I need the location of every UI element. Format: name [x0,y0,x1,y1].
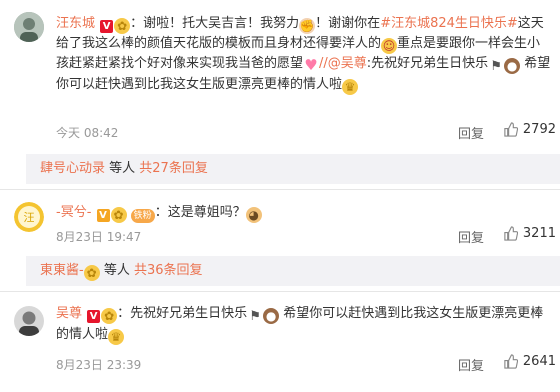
svg-text:汪: 汪 [24,211,35,224]
more-replies-row[interactable]: 肆号心动录 等人 共27条回复 [26,154,560,184]
comment-time: 今天 08:42 [56,126,119,140]
hashtag-link[interactable]: #汪东城824生日快乐# [380,16,518,31]
cake-emoji: ● [504,58,521,74]
muscle-emoji: ✊ [299,18,316,34]
cake-emoji: ● [263,308,280,324]
view-replies-link[interactable]: 共36条回复 [134,263,203,278]
avatar[interactable] [14,306,44,336]
like-thumb-icon [504,354,518,369]
flower-icon: ✿ [110,207,127,223]
like-thumb-icon [504,122,518,137]
grin-emoji: ☺ [381,38,398,54]
fan-badge: 铁粉 [130,209,155,223]
reply-username[interactable]: 肆号心动录 [40,161,105,176]
reply-username[interactable]: 東東酱- [40,263,84,278]
like-thumb-icon [504,226,518,241]
like-count: 2641 [522,354,556,369]
reply-button[interactable]: 回复 [458,227,484,246]
comment-text: 吴尊 V ✿ ：先祝好兄弟生日快乐 ⚑ ● 希望你可以赶快遇到比我这女生版更漂亮更棒的情… [56,306,544,345]
crown-emoji: ♛ [342,79,359,95]
avatar[interactable]: 汪 [14,202,44,232]
comment-text: 汪东城 V ✿ ：谢啦！托大吴吉言！我努力✊！谢谢你在#汪东城824生日快乐#这天给… [56,16,551,95]
comment-item: 汪 -冥兮- V ✿ 铁粉 ：这是尊姐吗？ ◕ 8月23日 19:47 回复 3211 [0,190,560,250]
view-replies-link[interactable]: 共27条回复 [139,161,208,176]
heart-emoji: ♥ [304,56,318,74]
flag-emoji: ⚑ [249,309,261,324]
like-count: 2792 [522,122,556,137]
comment-time: 8月23日 19:47 [56,230,142,244]
doge-emoji: ◕ [245,207,262,223]
mention-link[interactable]: //@吴尊 [319,56,367,71]
avatar[interactable] [14,12,44,42]
like-button[interactable]: 2641 [503,354,556,369]
comment-username[interactable]: 吴尊 [56,306,82,321]
vip-v-icon: V [100,20,114,33]
flower-icon: ✿ [101,308,118,324]
reply-button[interactable]: 回复 [458,123,484,142]
like-button[interactable]: 3211 [503,226,556,241]
comment-text: -冥兮- V ✿ 铁粉 ：这是尊姐吗？ ◕ [56,203,552,223]
comment-item: 汪东城 V ✿ ：谢啦！托大吴吉言！我努力✊！谢谢你在#汪东城824生日快乐#这天给… [0,0,560,150]
comment-item: 吴尊 V ✿ ：先祝好兄弟生日快乐 ⚑ ● 希望你可以赶快遇到比我这女生版更漂亮更棒的情… [0,292,560,392]
flag-emoji: ⚑ [490,59,502,74]
comment-username[interactable]: 汪东城 [56,16,95,31]
comment-username[interactable]: -冥兮- [56,205,91,220]
like-count: 3211 [522,226,556,241]
vip-v-icon: V [87,310,101,323]
comment-time: 8月23日 23:39 [56,358,142,372]
vip-v-icon: V [96,209,110,222]
like-button[interactable]: 2792 [503,122,556,137]
reply-button[interactable]: 回复 [458,355,484,374]
crown-emoji: ♛ [108,329,125,345]
flower-icon: ✿ [83,265,100,281]
more-replies-row[interactable]: 東東酱- ✿ 等人 共36条回复 [26,256,560,286]
flower-icon: ✿ [114,18,131,34]
